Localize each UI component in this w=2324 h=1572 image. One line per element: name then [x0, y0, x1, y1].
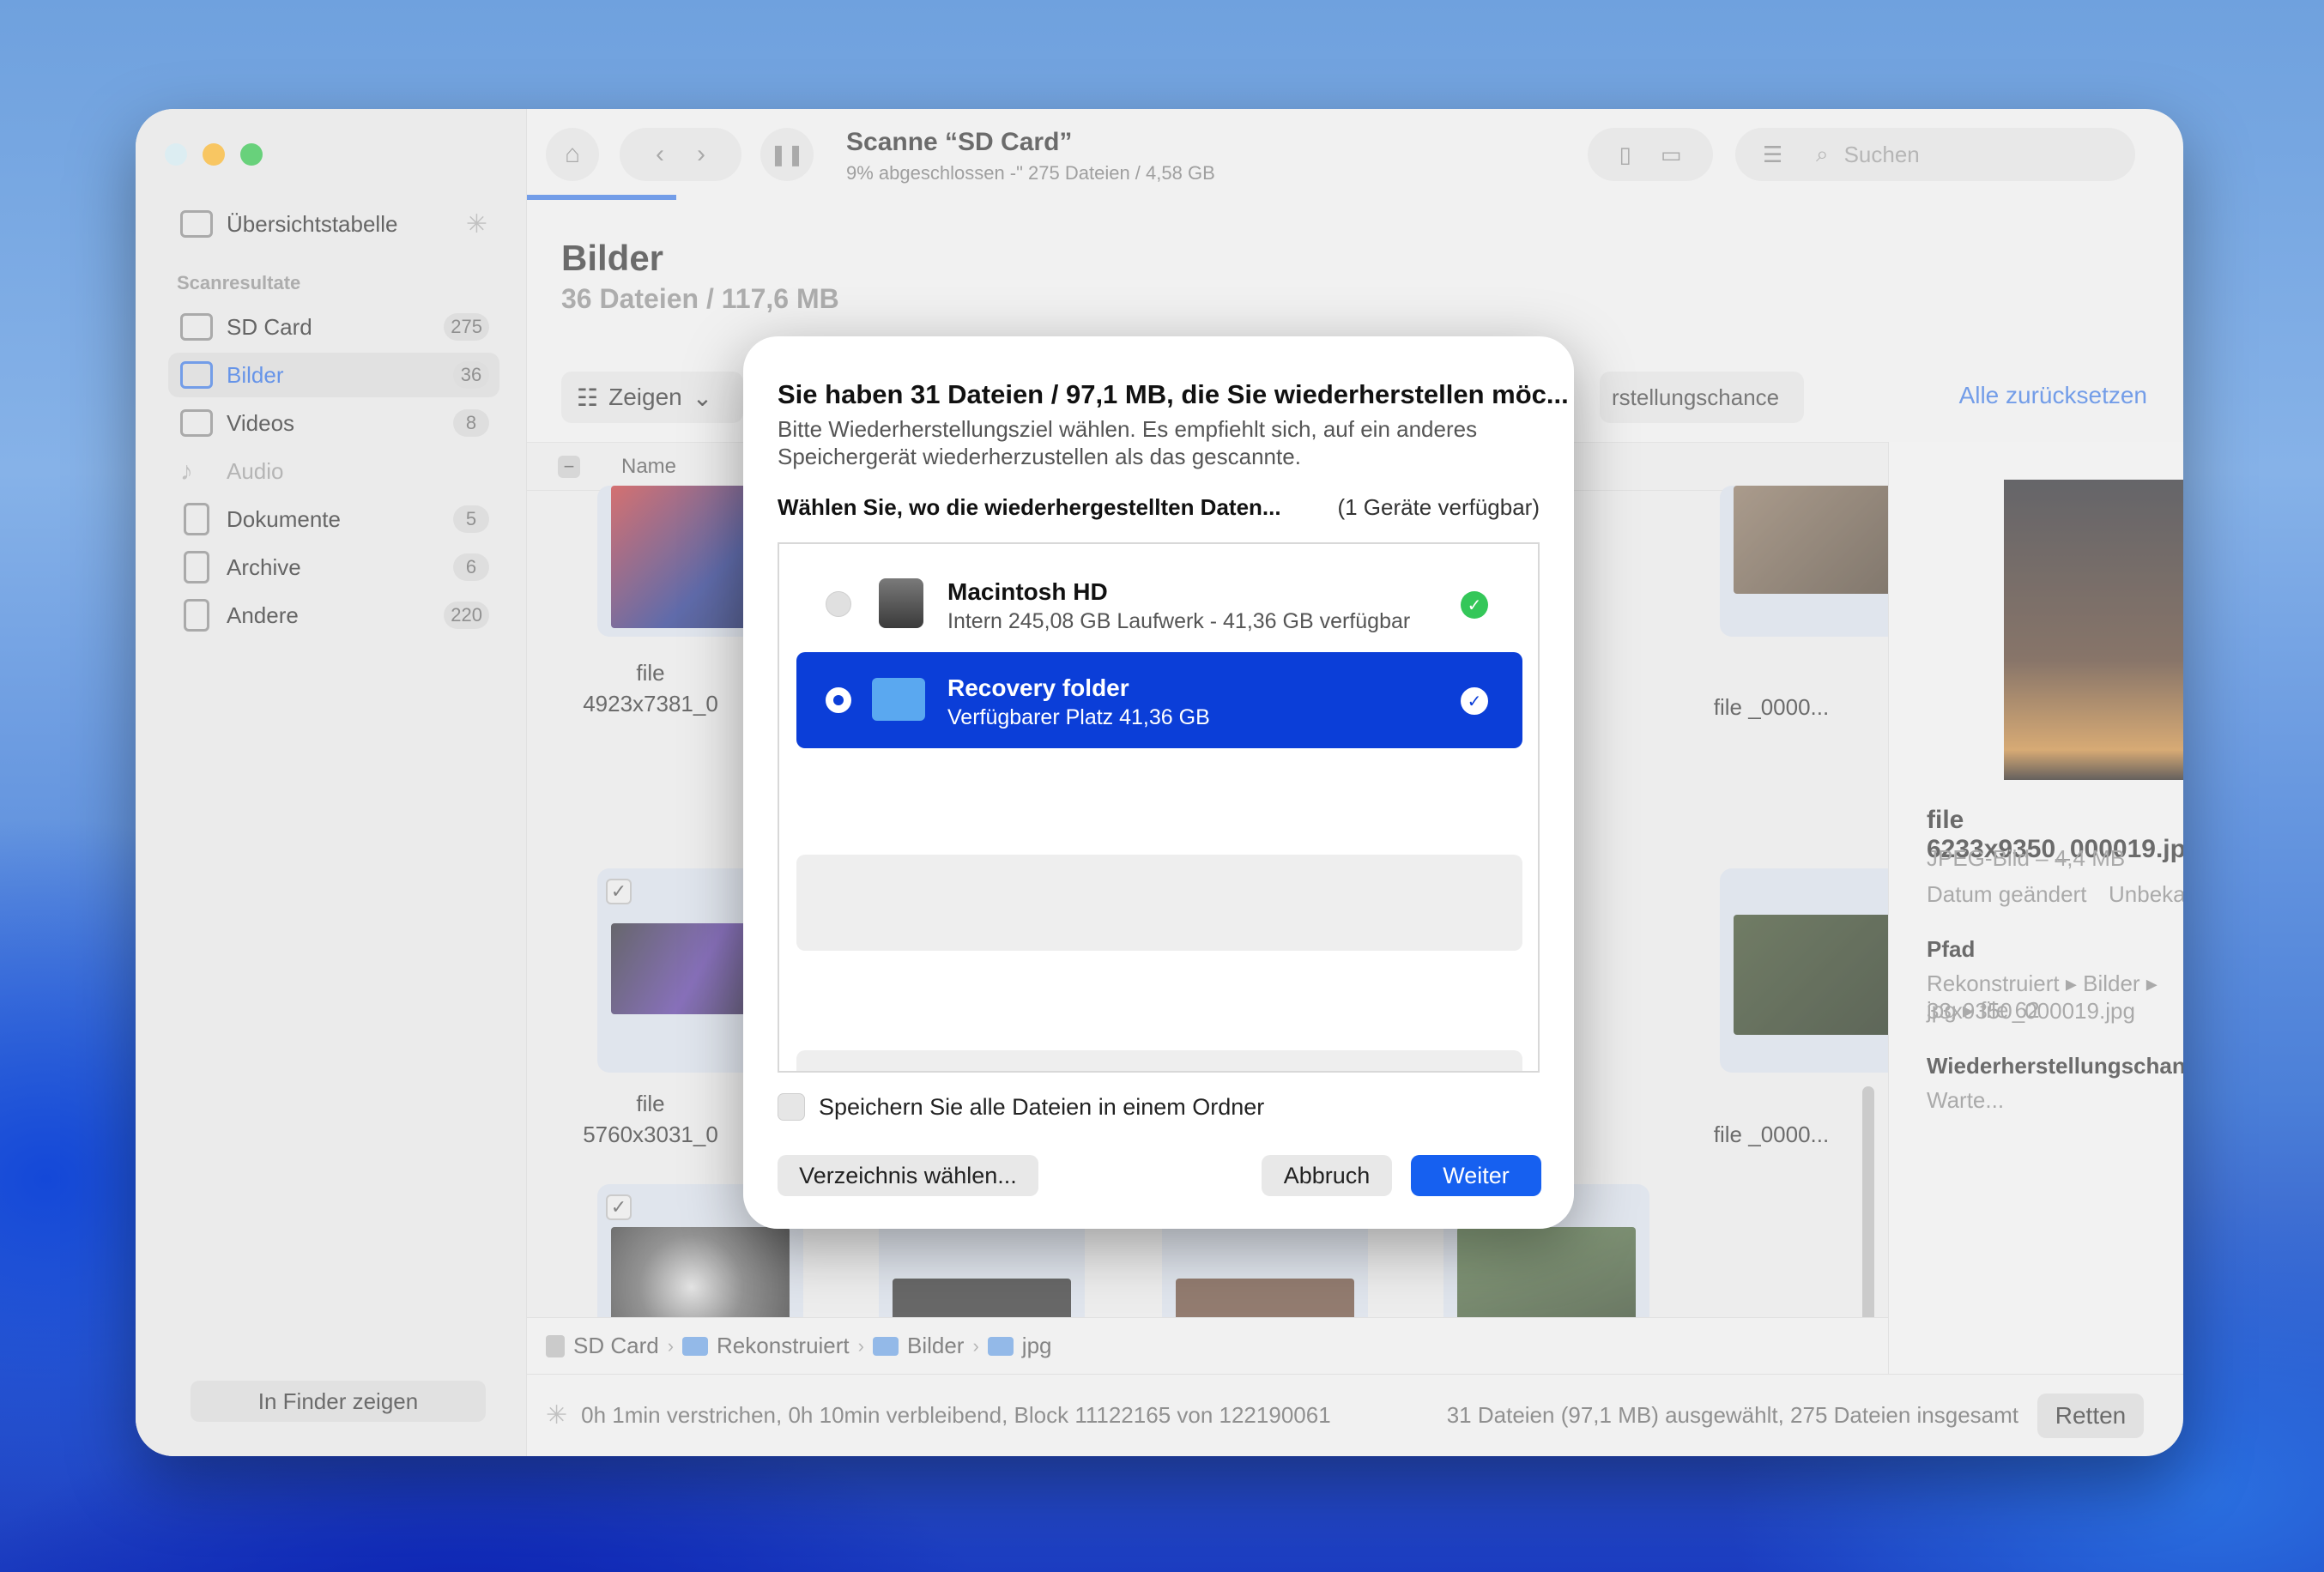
device-detail: Intern 245,08 GB Laufwerk - 41,36 GB ver…: [947, 609, 1411, 633]
checkmark-circle-icon: ✓: [1461, 591, 1488, 619]
devices-available-label: (1 Geräte verfügbar): [1337, 494, 1540, 520]
empty-device-slot: [796, 1050, 1522, 1071]
device-radio[interactable]: [826, 687, 851, 713]
choose-destination-label: Wählen Sie, wo die wiederhergestellten D…: [778, 494, 1281, 520]
recovery-dialog: Sie haben 31 Dateien / 97,1 MB, die Sie …: [743, 336, 1574, 1229]
save-all-label: Speichern Sie alle Dateien in einem Ordn…: [819, 1093, 1265, 1120]
hard-drive-icon: [879, 578, 923, 628]
device-row-macintosh-hd[interactable]: Macintosh HD Intern 245,08 GB Laufwerk -…: [796, 556, 1522, 652]
dialog-description: Bitte Wiederherstellungsziel wählen. Es …: [778, 416, 1478, 469]
save-all-checkbox[interactable]: [778, 1093, 805, 1121]
empty-device-slot: [796, 855, 1522, 951]
checkmark-circle-icon: ✓: [1461, 687, 1488, 715]
device-row-recovery-folder[interactable]: Recovery folder Verfügbarer Platz 41,36 …: [796, 652, 1522, 748]
device-name: Macintosh HD: [947, 578, 1108, 605]
save-all-option[interactable]: Speichern Sie alle Dateien in einem Ordn…: [778, 1093, 1264, 1121]
choose-directory-button[interactable]: Verzeichnis wählen...: [778, 1155, 1038, 1196]
device-name: Recovery folder: [947, 674, 1129, 701]
folder-icon: [872, 678, 925, 721]
dialog-title: Sie haben 31 Dateien / 97,1 MB, die Sie …: [778, 379, 1569, 409]
cancel-button[interactable]: Abbruch: [1262, 1155, 1392, 1196]
device-radio[interactable]: [826, 591, 851, 617]
device-list: Macintosh HD Intern 245,08 GB Laufwerk -…: [778, 542, 1540, 1073]
continue-button[interactable]: Weiter: [1411, 1155, 1541, 1196]
device-detail: Verfügbarer Platz 41,36 GB: [947, 705, 1210, 729]
